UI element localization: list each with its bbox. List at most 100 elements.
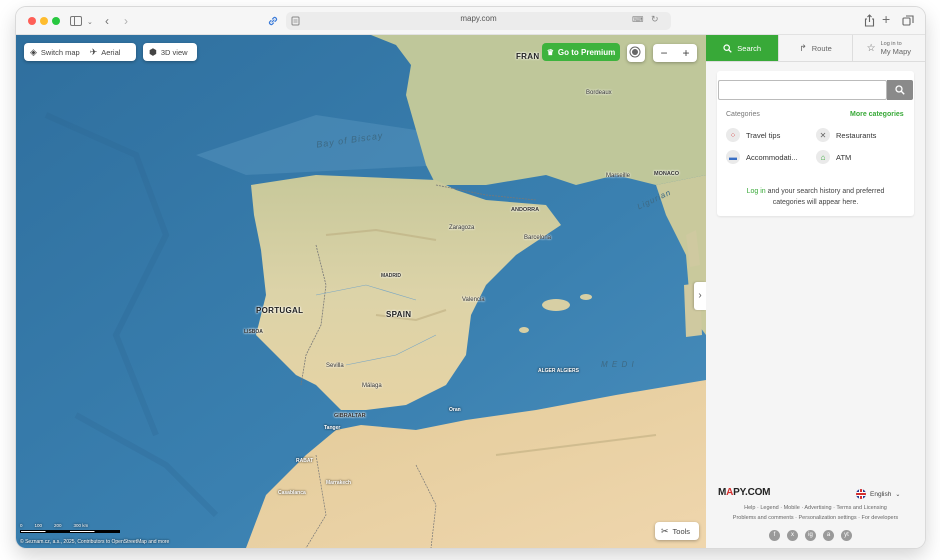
tab-overview-icon[interactable]: [902, 15, 914, 27]
address-bar[interactable]: mapy.com ⌨ ↻: [286, 12, 671, 30]
browser-toolbar: ⌄ ‹ › mapy.com ⌨ ↻ +: [16, 7, 925, 35]
zoom-out-button[interactable]: −: [653, 44, 675, 62]
switch-map-button[interactable]: Switch map: [41, 48, 80, 57]
link-icon[interactable]: [267, 15, 279, 27]
go-to-premium-button[interactable]: ♛ Go to Premium: [542, 43, 620, 61]
map-label-france: FRAN: [516, 52, 540, 61]
map-label-marrakech: Marrakech: [326, 480, 352, 486]
star-icon: ☆: [866, 42, 876, 54]
tools-icon: ✂: [661, 525, 669, 536]
category-restaurants[interactable]: ✕ Restaurants: [816, 128, 876, 142]
map-label-andorra: ANDORRA: [511, 207, 540, 213]
category-label: Restaurants: [836, 130, 877, 140]
url-text: mapy.com: [460, 14, 497, 23]
tab-search-label: Search: [737, 43, 762, 53]
crown-icon: ♛: [546, 47, 554, 57]
scale-bar: 0 100 200 300 km: [20, 523, 120, 533]
category-label: Travel tips: [746, 130, 781, 140]
map-label-rabat: RABAT: [296, 458, 314, 464]
bed-icon: ▬: [726, 150, 740, 164]
category-accommodation[interactable]: ▬ Accommodati...: [726, 150, 798, 164]
language-label: English: [870, 490, 892, 498]
language-selector[interactable]: English ⌄: [856, 489, 900, 499]
layers-icon: ◈: [30, 46, 37, 57]
panel-tabs: Search ↱ Route ☆ Log in to My Mapy: [706, 35, 925, 62]
search-card: Categories More categories ⁘ Travel tips…: [717, 71, 914, 216]
travel-tips-icon: ⁘: [726, 128, 740, 142]
map-label-alger: ALGER ALGIERS: [538, 368, 579, 374]
tab-route[interactable]: ↱ Route: [779, 35, 853, 61]
tab-my-mapy[interactable]: ☆ Log in to My Mapy: [853, 35, 925, 61]
new-tab-icon[interactable]: +: [882, 11, 890, 27]
forward-icon: ›: [124, 14, 128, 28]
login-message-text-2: categories will appear here.: [772, 199, 859, 206]
mapy-logo[interactable]: MAPY.COM: [718, 487, 771, 498]
side-panel: Search ↱ Route ☆ Log in to My Mapy Categ…: [706, 35, 925, 548]
3d-view-button[interactable]: ⬢ 3D view: [143, 43, 197, 61]
close-window-button[interactable]: [28, 17, 36, 25]
collapse-panel-button[interactable]: ›: [694, 282, 706, 310]
restaurant-icon: ✕: [816, 128, 830, 142]
logo-part: PY.COM: [733, 487, 771, 498]
chevron-down-icon: ⌄: [895, 491, 901, 498]
map-terrain: [16, 35, 706, 548]
zoom-window-button[interactable]: [52, 17, 60, 25]
route-icon: ↱: [799, 42, 807, 53]
more-categories-link[interactable]: More categories: [850, 111, 904, 118]
map-label-sevilla: Sevilla: [326, 363, 344, 369]
footer-links-row1[interactable]: Help · Legend · Mobile · Advertising · T…: [706, 505, 925, 511]
facebook-icon[interactable]: f: [769, 530, 780, 541]
translate-icon[interactable]: ⌨: [632, 15, 644, 24]
map-label-portugal: PORTUGAL: [256, 306, 304, 315]
category-atm[interactable]: ⌂ ATM: [816, 150, 851, 164]
map-label-malaga: Málaga: [362, 383, 382, 389]
scale-label-2: 200: [54, 523, 62, 528]
tools-button[interactable]: ✂ Tools: [655, 522, 699, 540]
youtube-icon[interactable]: yt: [841, 530, 852, 541]
categories-title: Categories: [726, 111, 760, 118]
my-location-button[interactable]: [627, 44, 645, 62]
map-label-oran: Oran: [449, 407, 461, 413]
airplane-icon: ✈: [89, 46, 98, 57]
login-message: Log in and your search history and prefe…: [717, 186, 914, 208]
atm-icon: ⌂: [816, 150, 830, 164]
zoom-in-button[interactable]: +: [675, 44, 697, 62]
category-travel-tips[interactable]: ⁘ Travel tips: [726, 128, 780, 142]
tools-label: Tools: [672, 526, 691, 536]
uk-flag-icon: [856, 489, 866, 499]
scale-label-1: 100: [34, 523, 43, 528]
switch-map-control: ◈ Switch map ✈ Aerial: [24, 43, 136, 61]
category-label: ATM: [836, 152, 852, 162]
back-icon[interactable]: ‹: [105, 13, 109, 29]
aerial-button[interactable]: Aerial: [101, 48, 120, 57]
map-label-monaco: MONACO: [654, 171, 680, 177]
map-label-gibraltar: GIBRALTAR: [334, 413, 366, 419]
logo-part: M: [718, 487, 727, 498]
cube-icon: ⬢: [149, 46, 157, 57]
footer-links-row2[interactable]: Problems and comments · Personalization …: [706, 515, 925, 521]
sidebar-toggle-icon[interactable]: [70, 16, 82, 26]
x-twitter-icon[interactable]: x: [787, 530, 798, 541]
category-label: Accommodati...: [746, 152, 798, 162]
login-link[interactable]: Log in: [747, 188, 766, 195]
login-message-text: and your search history and preferred: [765, 188, 885, 195]
chevron-down-icon[interactable]: ⌄: [87, 15, 93, 31]
map-label-valencia: Valencia: [462, 297, 485, 303]
search-submit-button[interactable]: [887, 80, 913, 100]
map-label-marseille: Marseille: [606, 173, 631, 179]
premium-label: Go to Premium: [557, 47, 616, 57]
map-label-madrid: MADRID: [381, 273, 401, 279]
map-label-bordeaux: Bordeaux: [586, 90, 612, 96]
search-input[interactable]: [718, 80, 887, 100]
share-icon[interactable]: [864, 14, 875, 27]
minimize-window-button[interactable]: [40, 17, 48, 25]
map-canvas[interactable]: Bay of Biscay FRAN PORTUGAL SPAIN ANDORR…: [16, 35, 706, 548]
app-store-icon[interactable]: a: [823, 530, 834, 541]
instagram-icon[interactable]: ig: [805, 530, 816, 541]
browser-window: ⌄ ‹ › mapy.com ⌨ ↻ + Bay of Biscay FRAN …: [16, 7, 925, 548]
map-attribution[interactable]: © Seznam.cz, a.s., 2025, Contributors to…: [20, 539, 169, 545]
reload-icon[interactable]: ↻: [651, 14, 659, 25]
social-links: f x ig a yt: [769, 530, 852, 541]
tab-route-label: Route: [811, 43, 832, 53]
tab-search[interactable]: Search: [706, 35, 780, 61]
